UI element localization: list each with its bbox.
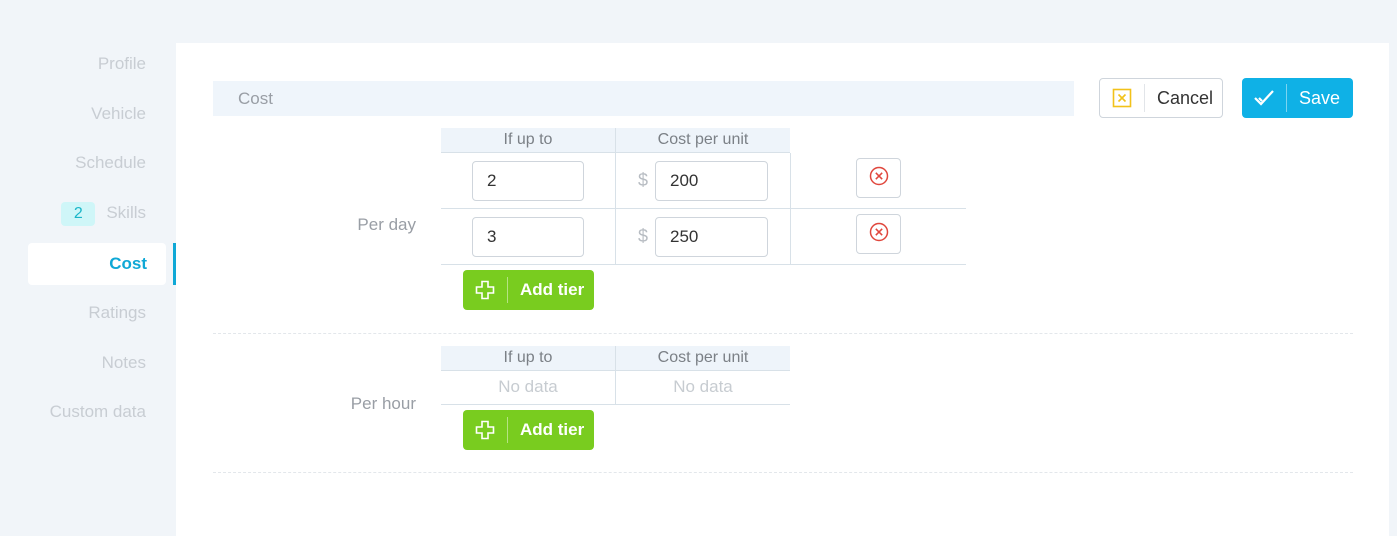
- sidebar-item-notes[interactable]: Notes: [102, 342, 146, 384]
- sidebar-item-schedule[interactable]: Schedule: [75, 142, 146, 184]
- save-label: Save: [1299, 87, 1341, 108]
- column-header-cost-per-unit: Cost per unit: [657, 131, 749, 148]
- sidebar-item-label: Skills: [106, 203, 146, 222]
- column-header-if-up-to: If up to: [441, 128, 616, 152]
- table-row: $: [441, 153, 966, 209]
- per-day-label: Per day: [357, 215, 416, 234]
- sidebar-item-custom-data[interactable]: Custom data: [50, 391, 146, 433]
- sidebar-item-cost[interactable]: Cost: [28, 243, 166, 285]
- section-header: Cost: [213, 81, 1074, 116]
- cost-per-unit-input[interactable]: [655, 217, 768, 257]
- save-button[interactable]: Save: [1242, 78, 1353, 118]
- add-tier-label: Add tier: [520, 280, 585, 299]
- currency-symbol: $: [638, 170, 649, 190]
- cancel-button[interactable]: Cancel: [1099, 78, 1223, 118]
- sidebar-item-profile[interactable]: Profile: [98, 43, 146, 85]
- section-divider: [213, 333, 1353, 334]
- per-hour-label: Per hour: [350, 394, 416, 413]
- delete-tier-button[interactable]: [856, 214, 901, 254]
- sidebar-item-ratings[interactable]: Ratings: [88, 292, 146, 334]
- sidebar: Profile Vehicle Schedule 2 Skills Cost Ra…: [0, 43, 176, 536]
- cancel-label: Cancel: [1157, 87, 1214, 108]
- checkmark-icon: [1242, 78, 1286, 118]
- skills-count-badge: 2: [61, 201, 96, 226]
- currency-symbol: $: [638, 226, 649, 246]
- add-tier-label: Add tier: [520, 420, 585, 439]
- add-tier-button-per-hour[interactable]: Add tier: [463, 410, 594, 450]
- per-hour-table-header: If up to Cost per unit: [441, 346, 790, 371]
- plus-icon: [463, 410, 507, 450]
- per-day-table-header: If up to Cost per unit: [441, 128, 790, 153]
- delete-tier-button[interactable]: [856, 158, 901, 198]
- add-tier-button-per-day[interactable]: Add tier: [463, 270, 594, 310]
- close-circle-icon: [869, 222, 889, 247]
- no-data-text: No data: [441, 371, 616, 404]
- column-header-if-up-to: If up to: [441, 346, 616, 370]
- section-divider: [213, 472, 1353, 473]
- column-header-cost-per-unit: Cost per unit: [657, 349, 749, 366]
- section-title: Cost: [238, 89, 273, 108]
- cancel-icon: [1100, 79, 1144, 117]
- table-row: $: [441, 209, 966, 265]
- sidebar-item-vehicle[interactable]: Vehicle: [91, 93, 146, 135]
- cost-per-unit-input[interactable]: [655, 161, 768, 201]
- sidebar-item-skills[interactable]: 2 Skills: [61, 192, 146, 234]
- no-data-text: No data: [673, 377, 733, 396]
- plus-icon: [463, 270, 507, 310]
- empty-table-row: No data No data: [441, 371, 790, 405]
- close-circle-icon: [869, 166, 889, 191]
- if-up-to-input[interactable]: [472, 217, 584, 257]
- if-up-to-input[interactable]: [472, 161, 584, 201]
- cost-panel: Cost Cancel Save Per day If up to Cost p…: [176, 43, 1389, 536]
